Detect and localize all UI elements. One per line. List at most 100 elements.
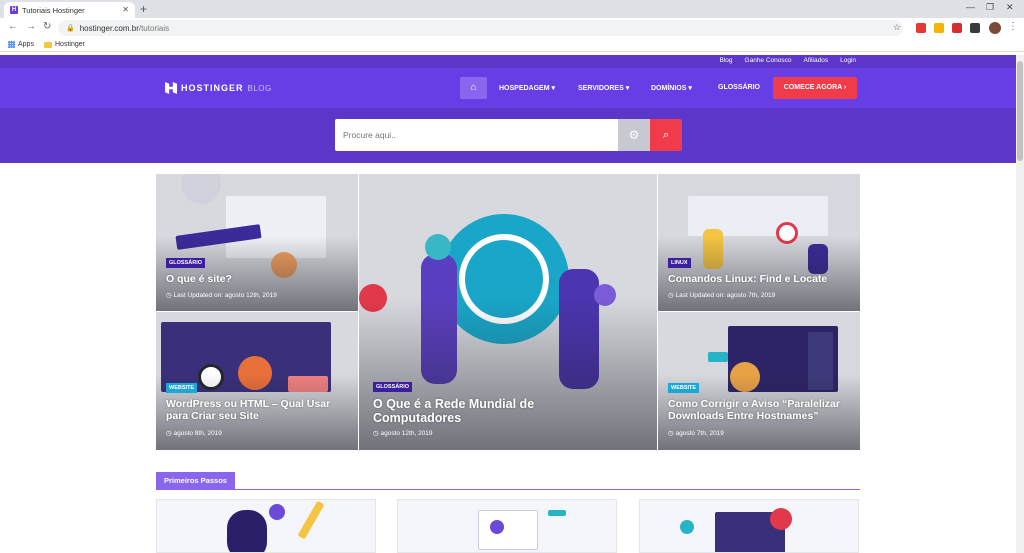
bookmark-hostinger[interactable]: Hostinger [44,41,85,48]
bookmarks-bar: Apps Hostinger [0,38,1024,52]
card-illustration [181,174,221,204]
money-bag-illustration [227,510,267,552]
browser-tab[interactable]: H Tutoriais Hostinger ✕ [4,2,135,18]
search-button[interactable]: ⌕ [650,119,682,151]
card-illustration [594,284,616,306]
post-thumbnail[interactable] [156,499,376,553]
bookmark-star-icon[interactable]: ☆ [893,22,901,33]
category-badge[interactable]: WEBSITE [668,383,700,393]
address-bar[interactable]: 🔒 hostinger.com.br/tutoriais [58,20,903,36]
tab-title: Tutoriais Hostinger [22,5,85,15]
bookmark-apps[interactable]: Apps [8,41,34,48]
post-title[interactable]: WordPress ou HTML – Qual Usar para Criar… [166,398,351,422]
search-input[interactable] [335,119,618,151]
category-badge[interactable]: GLOSSÁRIO [166,258,206,268]
maximize-icon[interactable]: ❐ [986,2,994,13]
hostinger-favicon-icon: H [10,6,18,14]
minimize-icon[interactable]: — [966,2,975,12]
home-icon: ⌂ [470,82,477,93]
nav-dominios[interactable]: DOMÍNIOS ▾ [651,84,692,92]
folder-icon [44,41,52,48]
search-icon: ⌕ [662,129,670,141]
top-link-afiliados[interactable]: Afiliados [804,57,829,64]
post-date: ◷ agosto 12th, 2019 [373,430,433,437]
post-title[interactable]: O que é site? [166,273,351,285]
extension-icon[interactable] [934,23,944,33]
category-badge[interactable]: WEBSITE [166,383,198,393]
hostinger-logo-icon [165,82,177,94]
card-illustration [708,352,728,362]
top-link-ganhe-conosco[interactable]: Ganhe Conosco [745,57,792,64]
post-date: ◷ Last Updated on: agosto 7th, 2019 [668,292,776,299]
bookmark-label: Hostinger [55,41,85,48]
post-date: ◷ Last Updated on: agosto 12th, 2019 [166,292,277,299]
card-illustration [808,332,833,390]
back-icon[interactable]: ← [8,21,18,32]
reload-icon[interactable]: ↻ [43,21,51,32]
blog-screen-illustration [478,510,538,550]
new-tab-button[interactable]: + [140,2,147,16]
url-path: /tutoriais [138,23,170,33]
post-card-wordpress-html[interactable]: WEBSITE WordPress ou HTML – Qual Usar pa… [156,312,358,450]
card-illustration [238,356,272,390]
close-window-icon[interactable]: ✕ [1006,2,1014,13]
extension-icon[interactable] [916,23,926,33]
category-badge[interactable]: LINUX [668,258,691,268]
nav-glossario[interactable]: GLOSSÁRIO [718,84,760,91]
card-illustration [175,224,262,250]
bookmark-label: Apps [18,41,34,48]
post-date: ◷ agosto 7th, 2019 [668,430,724,437]
card-illustration [703,229,723,269]
browser-tabstrip: H Tutoriais Hostinger ✕ + — ❐ ✕ [0,0,1024,18]
nav-servidores[interactable]: SERVIDORES ▾ [578,84,629,92]
extension-icon[interactable] [952,23,962,33]
scrollbar-thumb[interactable] [1017,61,1023,161]
post-card-www[interactable]: GLOSSÁRIO O Que é a Rede Mundial de Comp… [359,174,657,450]
top-utility-bar: Blog Ganhe Conosco Afiliados Login [0,55,1016,68]
menu-kebab-icon[interactable]: ⋮ [1008,21,1018,32]
post-title[interactable]: Como Corrigir o Aviso “Paralelizar Downl… [668,398,853,422]
post-card-linux[interactable]: LINUX Comandos Linux: Find e Locate ◷ La… [658,174,860,311]
extension-icon[interactable] [970,23,980,33]
nav-hospedagem[interactable]: HOSPEDAGEM ▾ [499,84,555,92]
card-illustration [269,504,285,520]
forward-icon[interactable]: → [26,21,36,32]
card-illustration [808,244,828,274]
post-title[interactable]: Comandos Linux: Find e Locate [668,273,853,285]
site-logo[interactable]: HOSTINGER BLOG [165,82,272,94]
profile-avatar[interactable] [989,22,1001,34]
cta-button[interactable]: COMECE AGORA › [773,77,857,99]
card-illustration [288,376,328,392]
card-illustration [490,520,504,534]
search-hero: ⚙ ⌕ [0,108,1016,163]
category-badge[interactable]: GLOSSÁRIO [373,382,413,392]
top-link-blog[interactable]: Blog [720,57,733,64]
card-illustration [548,510,566,516]
page-scrollbar[interactable] [1016,55,1024,553]
post-thumbnail[interactable] [397,499,617,553]
post-card-paralelizar[interactable]: WEBSITE Como Corrigir o Aviso “Paraleliz… [658,312,860,450]
gear-icon: ⚙ [628,128,640,142]
main-navigation: HOSTINGER BLOG ⌂ HOSPEDAGEM ▾ SERVIDORES… [0,68,1016,108]
card-illustration [730,362,760,392]
card-illustration [425,234,451,260]
search-settings-button[interactable]: ⚙ [618,119,650,151]
url-host: hostinger.com.br [79,23,139,33]
apps-grid-icon [8,41,15,48]
tab-close-icon[interactable]: ✕ [122,5,129,14]
card-illustration [459,234,549,324]
section-title: Primeiros Passos [156,472,235,489]
card-illustration [359,284,387,312]
card-illustration [776,222,798,244]
home-button[interactable]: ⌂ [460,77,487,99]
person-illustration [559,269,599,389]
top-link-login[interactable]: Login [840,57,856,64]
post-title[interactable]: O Que é a Rede Mundial de Computadores [373,397,563,426]
logo-brand: HOSTINGER [181,83,244,93]
lock-icon: 🔒 [66,25,75,32]
card-illustration [297,500,325,540]
section-divider [156,489,860,490]
post-thumbnail[interactable] [639,499,859,553]
post-card-site[interactable]: GLOSSÁRIO O que é site? ◷ Last Updated o… [156,174,358,311]
logo-blog: BLOG [247,83,272,93]
